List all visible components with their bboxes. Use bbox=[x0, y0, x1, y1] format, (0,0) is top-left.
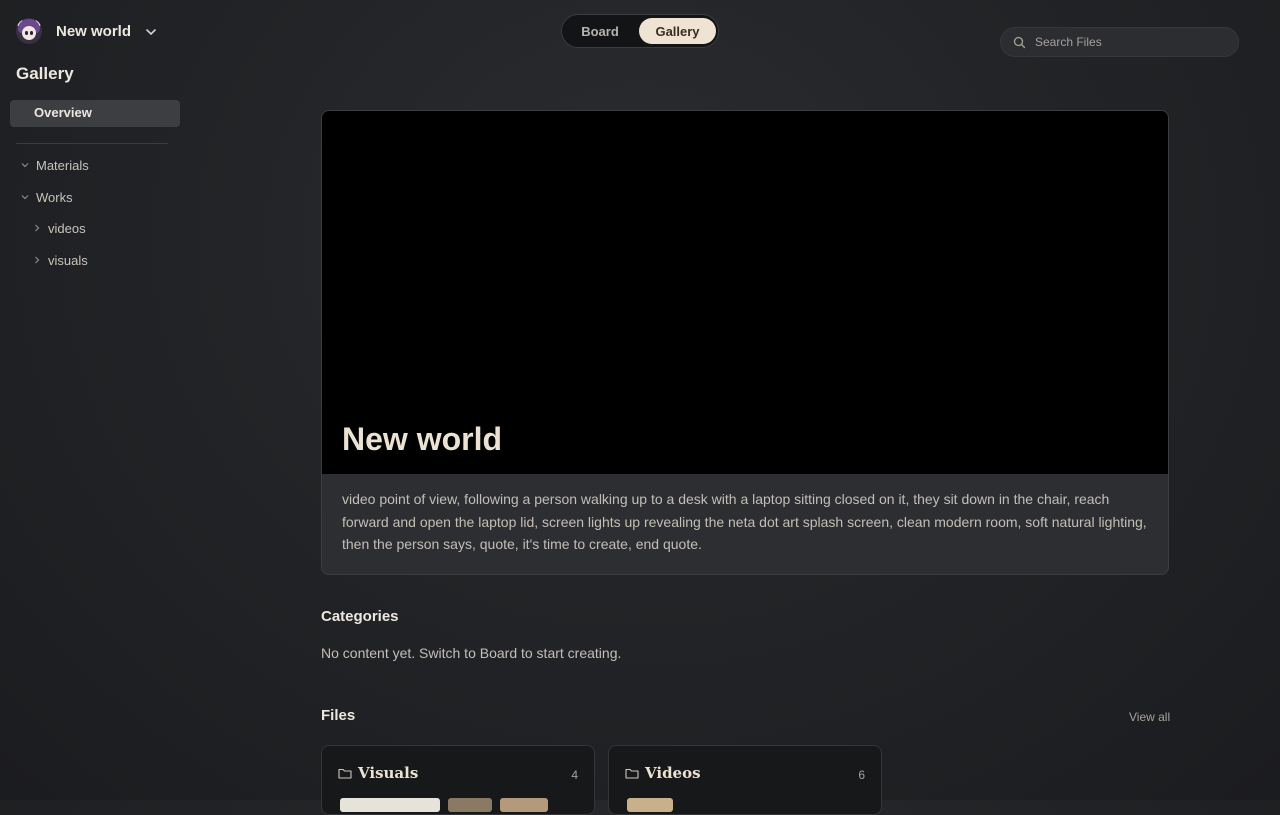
tree-item-visuals[interactable]: visuals bbox=[32, 251, 88, 269]
chevron-down-icon[interactable] bbox=[20, 160, 30, 170]
tree-item-videos[interactable]: videos bbox=[32, 219, 86, 237]
hero-description: video point of view, following a person … bbox=[342, 491, 1147, 552]
folder-icon bbox=[338, 768, 352, 779]
file-thumbnail[interactable] bbox=[500, 798, 548, 812]
tab-board[interactable]: Board bbox=[568, 18, 632, 44]
tab-gallery[interactable]: Gallery bbox=[639, 18, 716, 44]
workspace-name: New world bbox=[56, 22, 132, 40]
folder-name: Visuals bbox=[358, 764, 419, 782]
chevron-right-icon[interactable] bbox=[32, 255, 42, 265]
chevron-down-icon[interactable] bbox=[20, 192, 30, 202]
tree-item-label: videos bbox=[48, 220, 86, 236]
sidebar-divider bbox=[16, 143, 168, 144]
chevron-down-icon[interactable] bbox=[144, 25, 158, 39]
tree-item-label: visuals bbox=[48, 252, 88, 268]
categories-title: Categories bbox=[321, 608, 399, 625]
files-title: Files bbox=[321, 707, 356, 724]
search-input[interactable] bbox=[1033, 34, 1223, 50]
folder-icon bbox=[625, 768, 639, 779]
sidebar-title: Gallery bbox=[16, 64, 74, 83]
folder-card-visuals[interactable]: Visuals 4 bbox=[321, 745, 595, 815]
categories-empty-message: No content yet. Switch to Board to start… bbox=[321, 645, 622, 661]
folder-name: Videos bbox=[645, 764, 701, 782]
hero-card: New world video point of view, following… bbox=[321, 110, 1169, 575]
file-thumbnail[interactable] bbox=[448, 798, 492, 812]
workspace-avatar-icon bbox=[16, 18, 42, 44]
folder-card-videos[interactable]: Videos 6 bbox=[608, 745, 882, 815]
file-thumbnail[interactable] bbox=[340, 798, 440, 812]
tree-item-works[interactable]: Works bbox=[20, 188, 73, 206]
folder-count: 4 bbox=[571, 768, 578, 782]
chevron-right-icon[interactable] bbox=[32, 223, 42, 233]
workspace-switcher[interactable]: New world bbox=[16, 18, 156, 44]
tree-item-label: Materials bbox=[36, 157, 89, 173]
search-box[interactable] bbox=[1000, 27, 1239, 57]
view-switcher: Board Gallery bbox=[561, 14, 719, 48]
search-icon bbox=[1013, 36, 1026, 48]
file-thumbnail[interactable] bbox=[627, 798, 673, 812]
folder-count: 6 bbox=[858, 768, 865, 782]
tree-item-label: Works bbox=[36, 189, 73, 205]
view-all-link[interactable]: View all bbox=[1129, 710, 1170, 724]
sidebar-item-overview[interactable]: Overview bbox=[10, 100, 180, 127]
hero-media[interactable] bbox=[322, 111, 1168, 474]
hero-title: New world bbox=[342, 421, 503, 457]
tree-item-materials[interactable]: Materials bbox=[20, 156, 89, 174]
